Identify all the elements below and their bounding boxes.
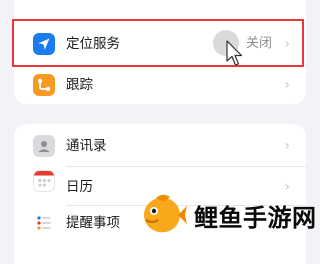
- divider: [66, 166, 306, 167]
- fish-logo-icon: [144, 194, 187, 233]
- calendar-label: 日历: [66, 179, 93, 195]
- watermark-text: 鲤鱼手游网: [194, 203, 317, 232]
- chevron-right-icon: ›: [284, 77, 290, 93]
- chevron-right-icon: ›: [284, 138, 290, 154]
- contacts-label: 通讯录: [66, 138, 107, 154]
- tracking-row[interactable]: 跟踪 ›: [14, 66, 306, 104]
- contacts-row[interactable]: 通讯录 ›: [14, 127, 306, 165]
- highlight-box: [12, 19, 304, 67]
- reminders-label: 提醒事项: [66, 215, 120, 231]
- tracking-label: 跟踪: [66, 77, 93, 93]
- contacts-icon: [33, 135, 55, 157]
- watermark: 鲤鱼手游网: [140, 191, 318, 239]
- mouse-cursor-icon: [226, 40, 243, 66]
- tracking-icon: [33, 74, 55, 96]
- calendar-icon: [33, 170, 55, 192]
- reminders-icon: [33, 212, 55, 234]
